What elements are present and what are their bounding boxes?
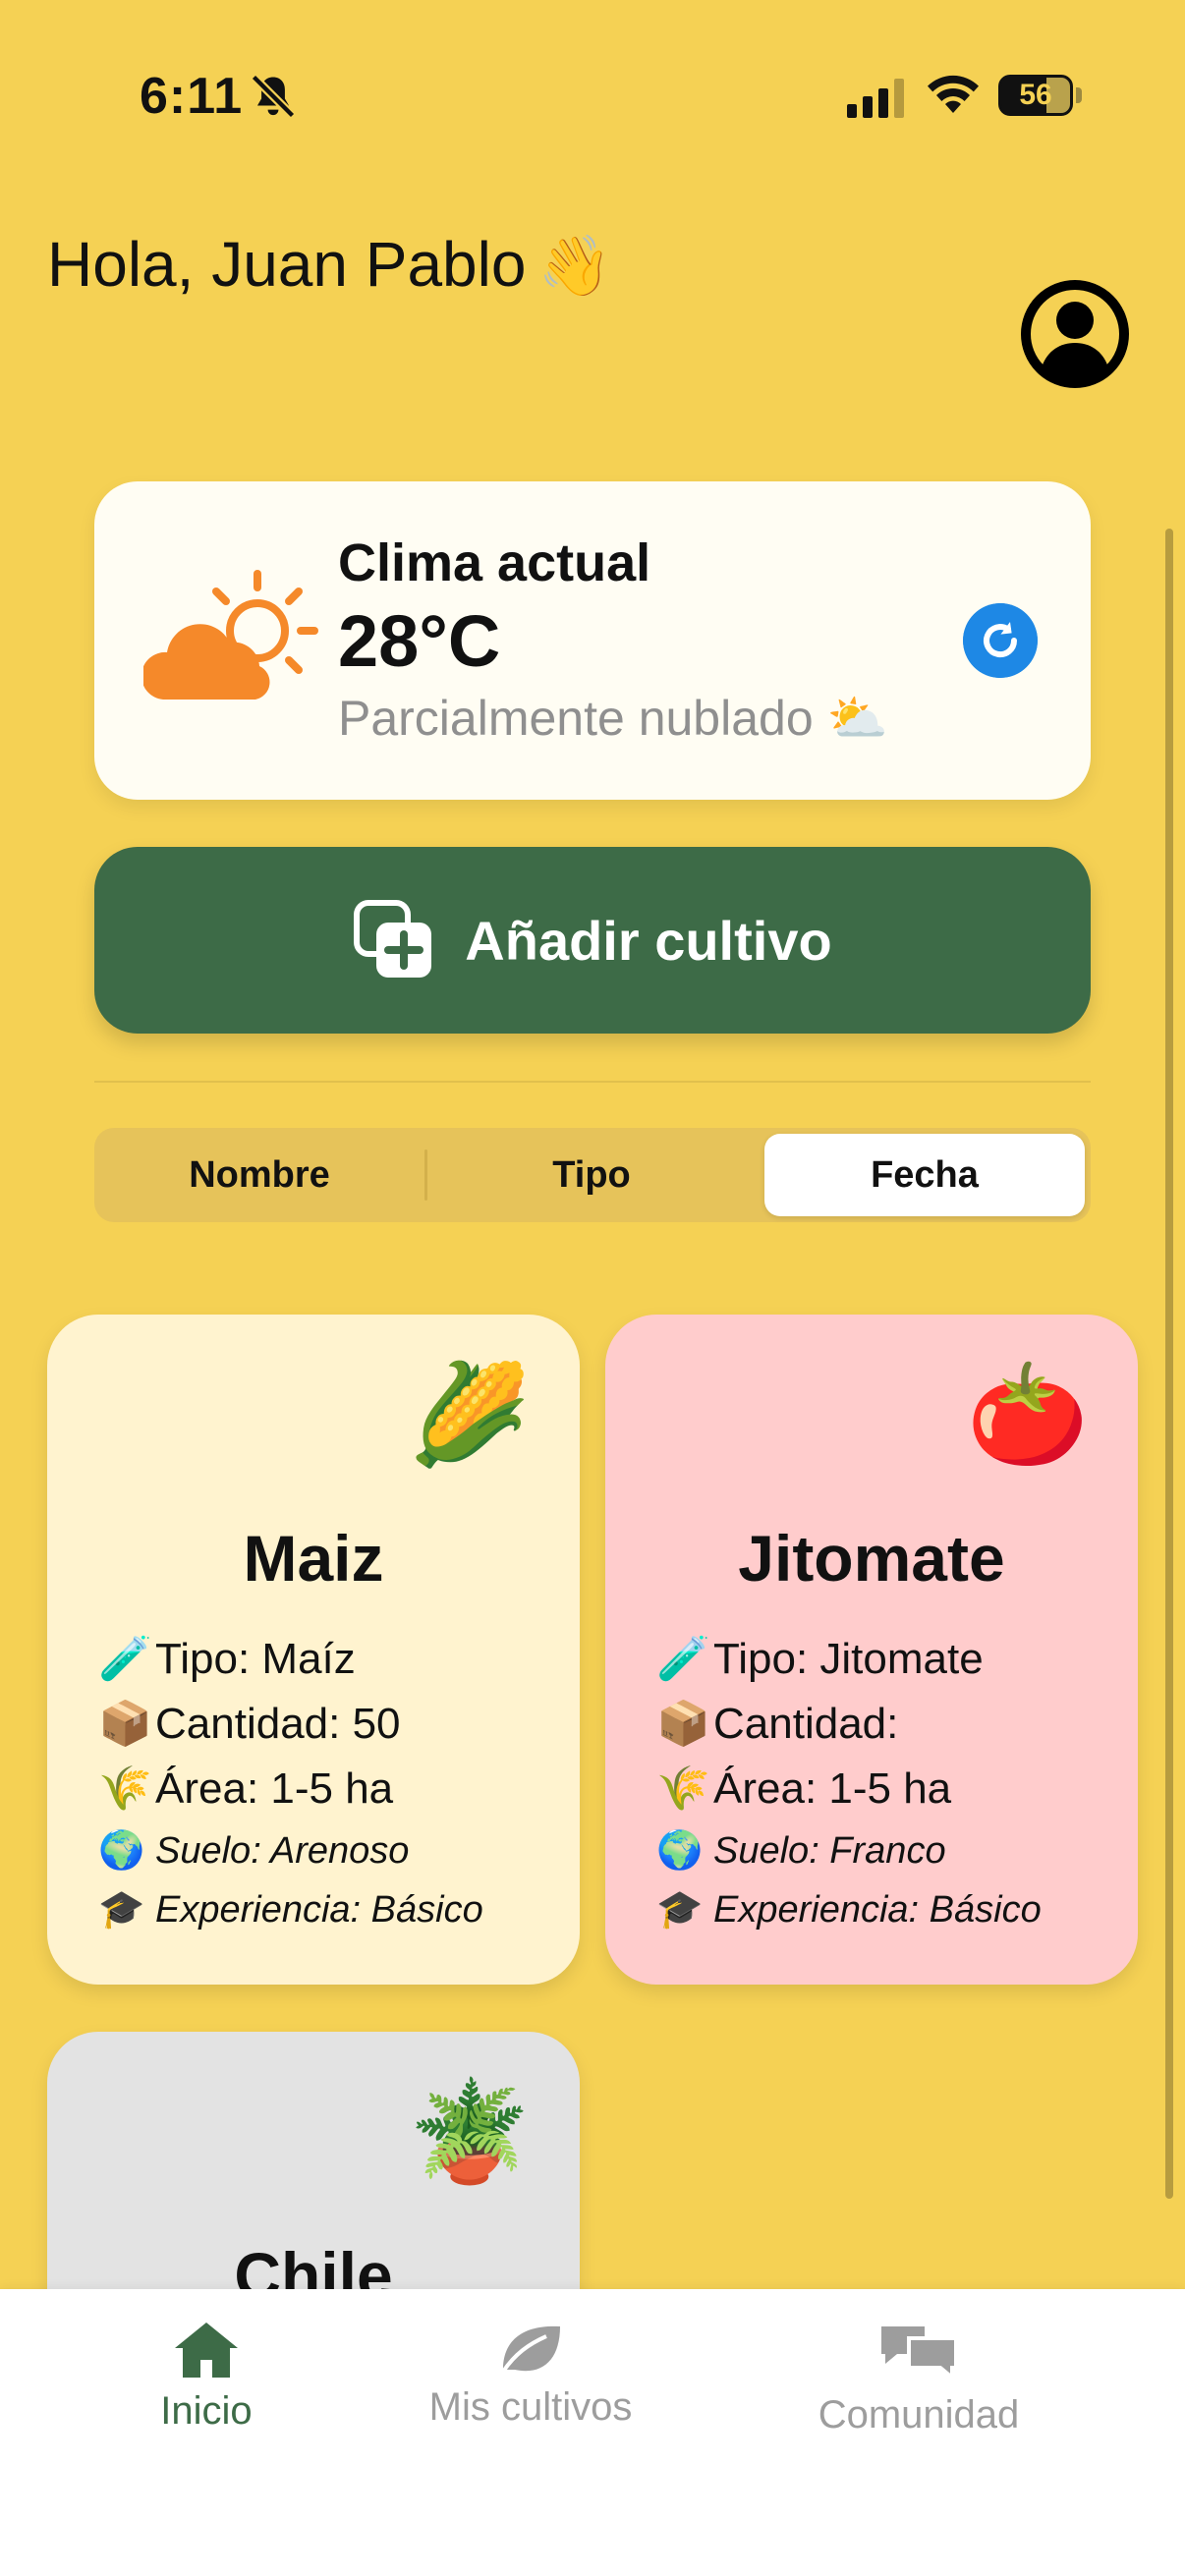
segment-tipo[interactable]: Tipo	[426, 1134, 757, 1216]
partly-cloudy-icon	[143, 570, 318, 700]
potted-plant-emoji-icon: 🪴	[408, 2077, 531, 2187]
greeting-text: Hola, Juan Pablo	[47, 229, 527, 300]
crop-experience-line: 🎓 Experiencia: Básico	[656, 1880, 1128, 1939]
chat-bubbles-icon	[881, 2326, 958, 2382]
crop-details: 🧪Tipo: Maíz 📦Cantidad: 50 🌾Área: 1-5 ha …	[98, 1627, 570, 1939]
crop-name: Maiz	[243, 1522, 384, 1595]
refresh-weather-button[interactable]	[963, 603, 1038, 678]
weather-temperature: 28°C	[338, 600, 501, 682]
weather-card: Clima actual 28°C Parcialmente nublado ⛅	[94, 481, 1091, 800]
wifi-icon	[928, 75, 979, 113]
crop-details: 🧪Tipo: Jitomate 📦Cantidad: 🌾Área: 1-5 ha…	[656, 1627, 1128, 1939]
rice-icon: 🌾	[98, 1764, 152, 1813]
tab-comunidad[interactable]: Comunidad	[786, 2319, 1051, 2437]
crop-quantity-line: 📦Cantidad: 50	[98, 1692, 570, 1757]
tab-inicio[interactable]: Inicio	[138, 2319, 275, 2434]
crop-type-line: 🧪Tipo: Maíz	[98, 1627, 570, 1692]
tab-mis-cultivos-label: Mis cultivos	[428, 2385, 633, 2429]
globe-icon: 🌍	[98, 1830, 145, 1872]
status-time: 6:11	[140, 68, 244, 125]
crop-type-line: 🧪Tipo: Jitomate	[656, 1627, 1128, 1692]
add-crop-label: Añadir cultivo	[465, 909, 832, 972]
battery-indicator: 56	[998, 75, 1082, 116]
wave-emoji: 👋	[537, 233, 612, 299]
corn-emoji-icon: 🌽	[408, 1360, 531, 1470]
weather-description: Parcialmente nublado ⛅	[338, 691, 888, 746]
add-copy-icon	[354, 900, 432, 978]
crop-area-line: 🌾Área: 1-5 ha	[656, 1757, 1128, 1821]
crop-area-line: 🌾Área: 1-5 ha	[98, 1757, 570, 1821]
tab-mis-cultivos[interactable]: Mis cultivos	[403, 2319, 658, 2430]
divider	[94, 1081, 1091, 1083]
sort-segmented-control: Nombre Tipo Fecha	[94, 1128, 1091, 1222]
tab-inicio-label: Inicio	[160, 2389, 253, 2433]
status-bar: 6:11 56	[0, 0, 1185, 196]
box-icon: 📦	[98, 1700, 152, 1748]
globe-icon: 🌍	[656, 1830, 704, 1872]
add-crop-button[interactable]: Añadir cultivo	[94, 847, 1091, 1034]
cellular-signal-icon	[847, 79, 904, 118]
test-tube-icon: 🧪	[98, 1635, 152, 1683]
graduation-cap-icon: 🎓	[656, 1889, 704, 1931]
crop-card-maiz[interactable]: 🌽 Maiz 🧪Tipo: Maíz 📦Cantidad: 50 🌾Área: …	[47, 1315, 580, 1985]
weather-title: Clima actual	[338, 533, 651, 592]
tomato-emoji-icon: 🍅	[966, 1360, 1089, 1470]
test-tube-icon: 🧪	[656, 1635, 710, 1683]
bell-muted-icon	[251, 74, 296, 119]
tab-comunidad-label: Comunidad	[818, 2393, 1020, 2436]
crop-soil-line: 🌍 Suelo: Arenoso	[98, 1821, 570, 1880]
leaf-icon	[501, 2325, 560, 2374]
crop-experience-line: 🎓 Experiencia: Básico	[98, 1880, 570, 1939]
graduation-cap-icon: 🎓	[98, 1889, 145, 1931]
profile-avatar-icon[interactable]	[1020, 279, 1130, 389]
greeting-heading: Hola, Juan Pablo 👋	[47, 228, 611, 301]
segment-fecha-selected[interactable]: Fecha	[764, 1134, 1085, 1216]
rice-icon: 🌾	[656, 1764, 710, 1813]
battery-level: 56	[1019, 79, 1052, 111]
home-icon	[175, 2323, 238, 2378]
crop-soil-line: 🌍 Suelo: Franco	[656, 1821, 1128, 1880]
crop-card-jitomate[interactable]: 🍅 Jitomate 🧪Tipo: Jitomate 📦Cantidad: 🌾Á…	[605, 1315, 1138, 1985]
scroll-indicator	[1165, 529, 1173, 2199]
crop-quantity-line: 📦Cantidad:	[656, 1692, 1128, 1757]
bottom-tab-bar: Inicio Mis cultivos Comunidad	[0, 2289, 1185, 2576]
crop-name: Jitomate	[738, 1522, 1005, 1595]
segment-nombre[interactable]: Nombre	[94, 1134, 424, 1216]
box-icon: 📦	[656, 1700, 710, 1748]
